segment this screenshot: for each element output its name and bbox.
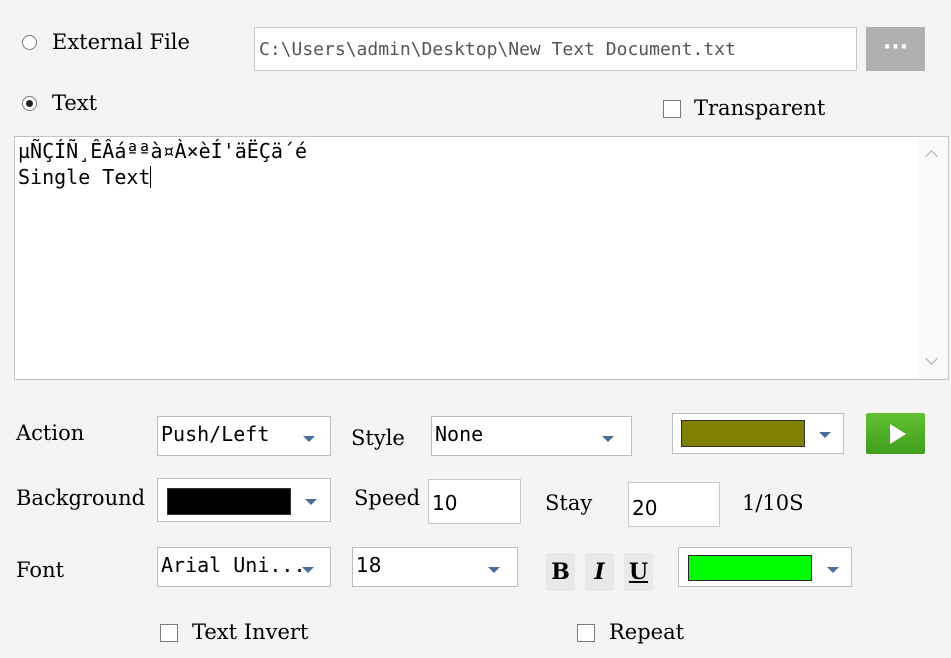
font-color-picker[interactable] xyxy=(678,547,852,587)
font-color-swatch xyxy=(688,555,812,581)
browse-button[interactable]: ··· xyxy=(866,27,925,71)
italic-button[interactable]: I xyxy=(585,553,614,591)
speed-input[interactable]: 10 xyxy=(428,479,521,524)
bold-button[interactable]: B xyxy=(546,553,575,591)
underline-icon: U xyxy=(628,559,649,585)
action-label: Action xyxy=(16,421,85,445)
stay-label: Stay xyxy=(545,491,593,515)
chevron-down-icon xyxy=(305,499,317,505)
style-value: None xyxy=(435,422,484,446)
chevron-down-icon xyxy=(302,567,314,573)
editor-line-2: Single Text xyxy=(18,165,151,189)
chevron-down-icon xyxy=(827,567,839,573)
bold-icon: B xyxy=(551,559,570,585)
action-value: Push/Left xyxy=(161,422,270,446)
transparent-label: Transparent xyxy=(694,96,826,120)
background-label: Background xyxy=(16,486,146,510)
text-label: Text xyxy=(52,91,98,115)
chevron-down-icon xyxy=(303,436,315,442)
text-radio[interactable] xyxy=(22,96,37,111)
font-name-select[interactable]: Arial Uni... xyxy=(157,547,331,587)
style-label: Style xyxy=(351,426,405,450)
text-invert-label: Text Invert xyxy=(192,620,309,644)
text-editor[interactable]: µÑÇÍÑ¸ÊÂáªªà¤À×èÍ'äËÇä´é Single Text xyxy=(14,136,949,380)
external-file-label: External File xyxy=(52,30,190,54)
repeat-checkbox[interactable] xyxy=(577,624,595,642)
underline-button[interactable]: U xyxy=(624,553,653,591)
editor-scrollbar[interactable] xyxy=(918,137,948,379)
play-button[interactable] xyxy=(866,413,925,454)
italic-icon: I xyxy=(594,559,605,585)
transparent-checkbox[interactable] xyxy=(663,100,681,118)
external-file-radio[interactable] xyxy=(22,35,37,50)
background-color-picker[interactable] xyxy=(157,478,331,522)
repeat-label: Repeat xyxy=(609,620,685,644)
style-color-swatch xyxy=(681,420,805,447)
scroll-down-icon[interactable] xyxy=(925,352,938,365)
stay-input[interactable]: 20 xyxy=(628,482,720,527)
font-name-value: Arial Uni... xyxy=(161,553,306,577)
file-path-text: C:\Users\admin\Desktop\New Text Document… xyxy=(259,39,736,60)
file-path-field[interactable]: C:\Users\admin\Desktop\New Text Document… xyxy=(254,27,857,71)
font-label: Font xyxy=(16,558,65,582)
stay-unit: 1/10S xyxy=(742,491,804,515)
scroll-up-icon[interactable] xyxy=(925,150,938,163)
text-cursor xyxy=(150,166,152,188)
editor-line-1: µÑÇÍÑ¸ÊÂáªªà¤À×èÍ'äËÇä´é xyxy=(18,139,307,163)
speed-value: 10 xyxy=(432,491,458,515)
play-icon xyxy=(890,424,906,444)
font-size-value: 18 xyxy=(356,553,382,577)
stay-value: 20 xyxy=(632,496,658,520)
browse-icon: ··· xyxy=(882,35,909,60)
chevron-down-icon xyxy=(488,567,500,573)
style-color-picker[interactable] xyxy=(672,413,844,454)
style-select[interactable]: None xyxy=(431,416,632,456)
background-color-swatch xyxy=(167,488,291,515)
action-select[interactable]: Push/Left xyxy=(157,416,331,456)
font-size-select[interactable]: 18 xyxy=(352,547,518,587)
speed-label: Speed xyxy=(354,486,421,510)
text-invert-checkbox[interactable] xyxy=(160,624,178,642)
chevron-down-icon xyxy=(819,432,831,438)
chevron-down-icon xyxy=(602,436,614,442)
